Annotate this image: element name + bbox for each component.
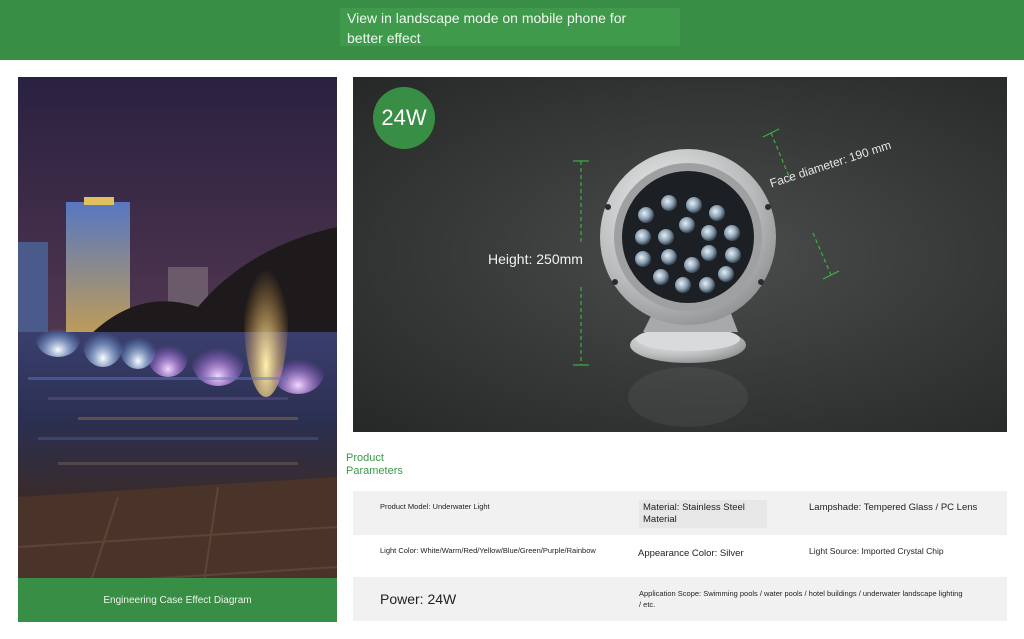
application-scope-line1: Application Scope: Swimming pools / wate… — [639, 589, 963, 598]
application-scope-line2: / etc. — [639, 600, 656, 609]
parameters-row-3: Power: 24W Application Scope: Swimming p… — [353, 577, 1007, 621]
material: Material: Stainless Steel Material — [639, 500, 767, 528]
product-model: Product Model: Underwater Light — [380, 502, 490, 511]
material-line1: Material: Stainless Steel — [643, 502, 745, 513]
engineering-case-photo — [18, 77, 337, 622]
height-dimension-label: Height: 250mm — [488, 251, 583, 267]
appearance-color: Appearance Color: Silver — [638, 548, 744, 559]
light-color: Light Color: White/Warm/Red/Yellow/Blue/… — [380, 546, 596, 555]
parameters-row-1: Product Model: Underwater Light Material… — [353, 491, 1007, 535]
application-scope: Application Scope: Swimming pools / wate… — [639, 588, 963, 610]
power-badge: 24W — [373, 87, 435, 149]
parameters-title-line1: Product — [346, 452, 384, 464]
material-line2: Material — [643, 514, 677, 525]
landscape-notice: View in landscape mode on mobile phone f… — [340, 8, 680, 46]
landscape-notice-line2: better effect — [347, 30, 421, 46]
product-photo: 24W Height: 250mm Face diameter: 190 mm — [353, 77, 1007, 432]
parameters-title-line2: Parameters — [346, 465, 403, 477]
light-source: Light Source: Imported Crystal Chip — [809, 546, 944, 556]
parameters-title: Product Parameters — [346, 452, 426, 478]
power: Power: 24W — [380, 591, 457, 607]
case-caption: Engineering Case Effect Diagram — [18, 578, 337, 622]
lampshade: Lampshade: Tempered Glass / PC Lens — [809, 502, 978, 513]
parameters-row-2: Light Color: White/Warm/Red/Yellow/Blue/… — [353, 535, 1007, 577]
top-banner: View in landscape mode on mobile phone f… — [0, 0, 1024, 60]
landscape-notice-line1: View in landscape mode on mobile phone f… — [347, 10, 627, 26]
